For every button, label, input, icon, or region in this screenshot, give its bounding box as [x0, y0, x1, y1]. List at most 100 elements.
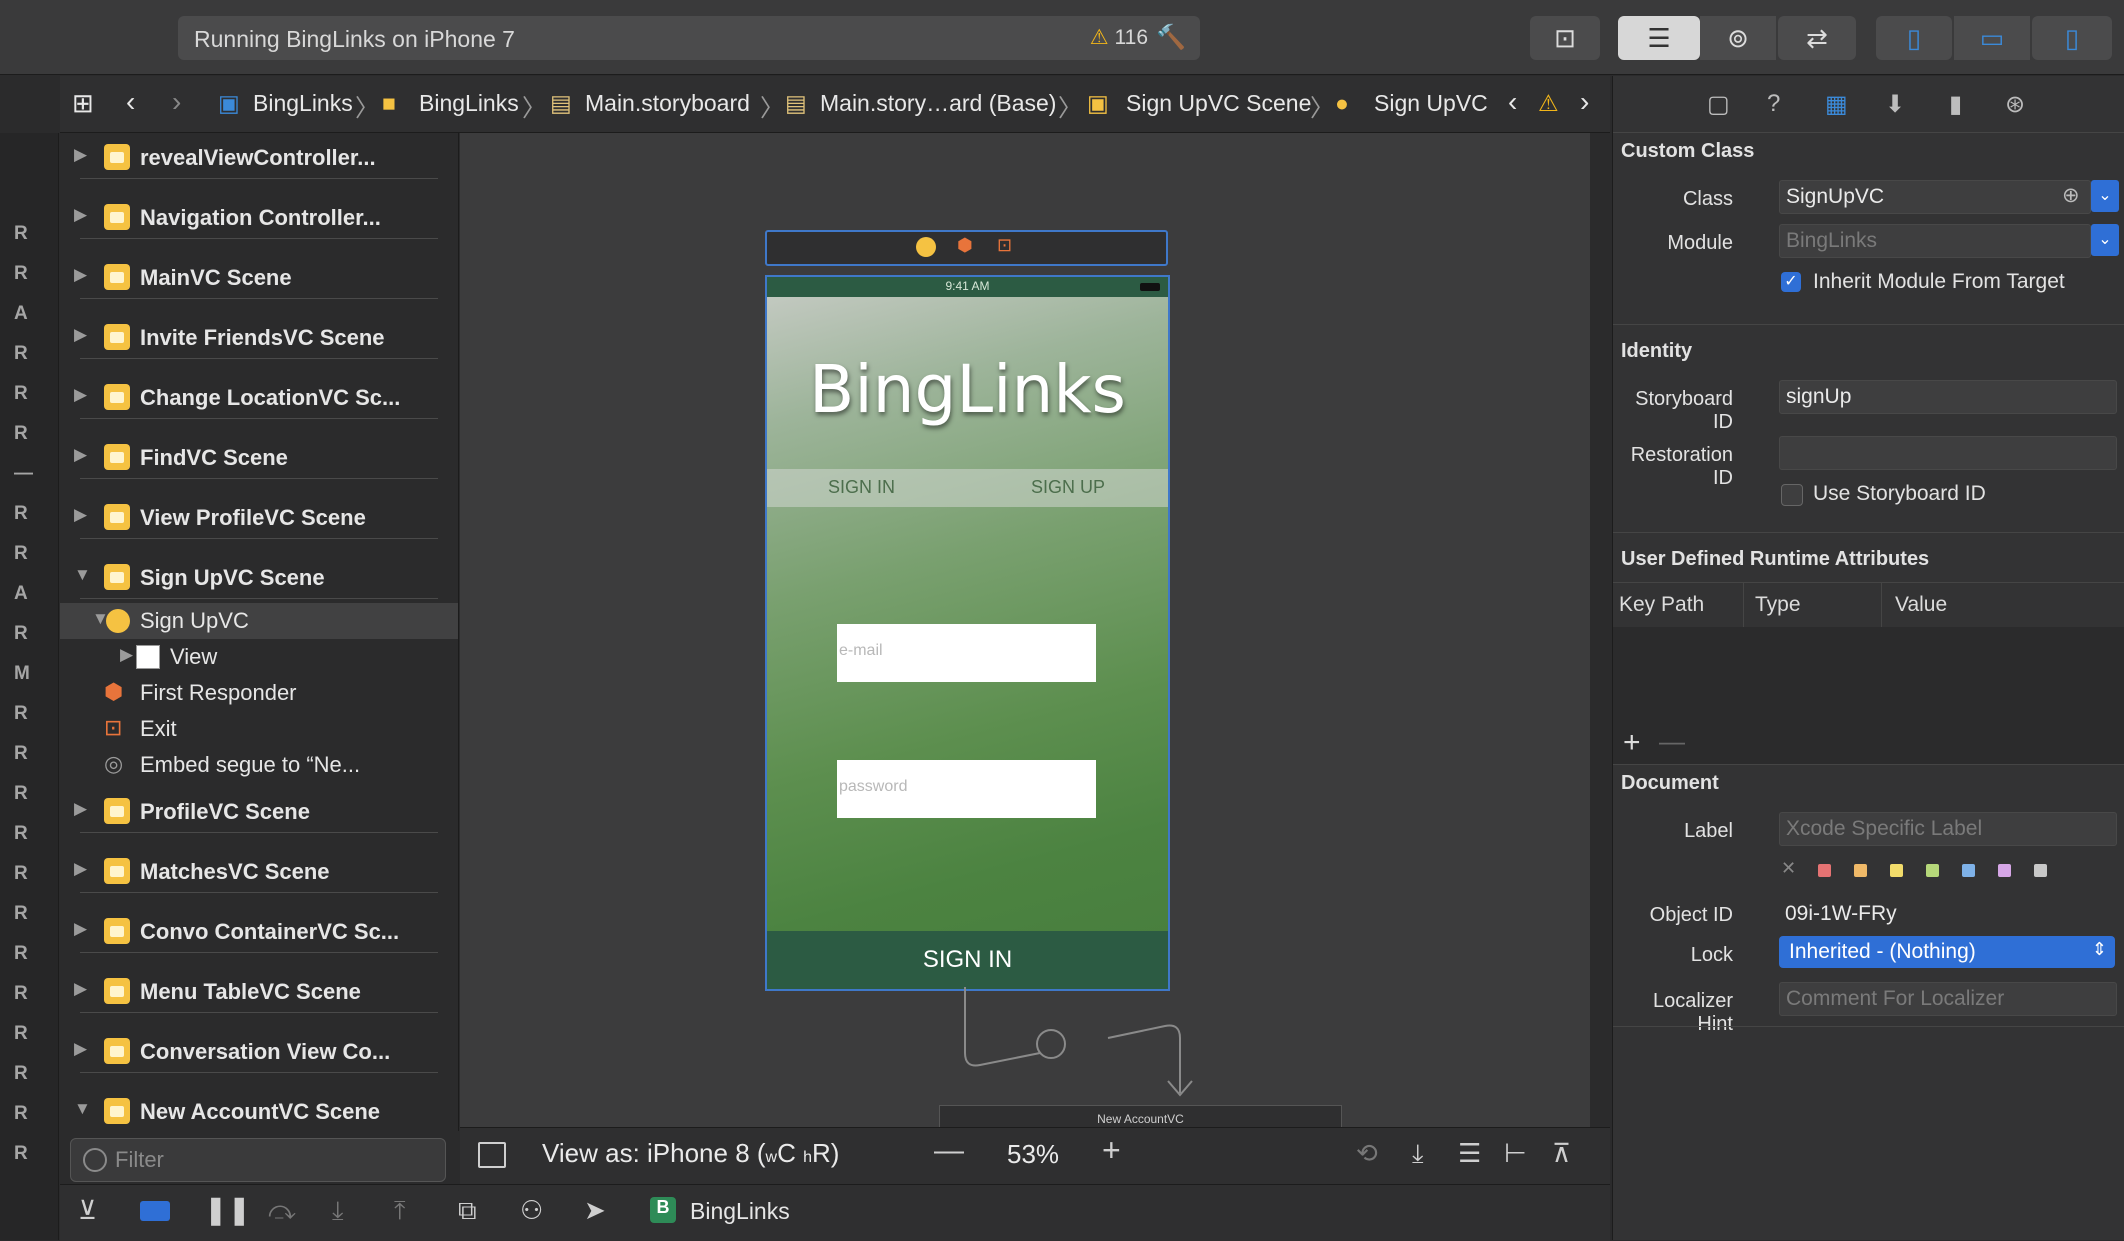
back-arrow-icon[interactable]: ‹ [126, 86, 135, 118]
crumb-scene[interactable]: Sign UpVC Scene [1126, 90, 1311, 117]
outline-filter-field[interactable]: Filter [70, 1138, 446, 1182]
lock-popup[interactable]: Inherited - (Nothing) ⇕ [1779, 936, 2115, 968]
crumb-storyboard-base[interactable]: Main.story…ard (Base) [820, 90, 1056, 117]
label-color-swatch[interactable] [1890, 864, 1903, 877]
outline-scene-row[interactable]: ▶ revealViewController... [60, 137, 458, 179]
previous-issue-icon[interactable]: ‹ [1508, 86, 1517, 118]
outline-scene-row[interactable]: ▶ Invite FriendsVC Scene [60, 317, 458, 359]
outline-scene-row[interactable]: ▶ MainVC Scene [60, 257, 458, 299]
attributes-inspector-icon[interactable]: ⬇ [1885, 90, 1905, 119]
outline-scene-row[interactable]: ▶ MatchesVC Scene [60, 851, 458, 893]
column-key-path[interactable]: Key Path [1619, 593, 1704, 617]
update-frames-icon[interactable]: ⟲ [1356, 1138, 1378, 1169]
storyboard-id-field[interactable]: signUp [1779, 380, 2117, 414]
crumb-project[interactable]: BingLinks [253, 90, 353, 117]
disclosure-icon[interactable]: ▶ [120, 645, 133, 665]
view-as-label[interactable]: View as: iPhone 8 (wC hR) [542, 1138, 839, 1169]
outline-scene-row[interactable]: ▶ Convo ContainerVC Sc... [60, 911, 458, 953]
outline-child-row[interactable]: ⬢ First Responder [60, 675, 458, 711]
crumb-folder[interactable]: BingLinks [419, 90, 519, 117]
standard-editor-button[interactable]: ☰ [1618, 16, 1700, 60]
disclosure-open-icon[interactable]: ▼ [74, 1099, 91, 1119]
outline-scene-row[interactable]: ▶ Navigation Controller... [60, 197, 458, 239]
disclosure-closed-icon[interactable]: ▶ [74, 979, 87, 999]
step-over-icon[interactable]: ⤼ [268, 1195, 296, 1227]
step-out-icon[interactable]: ⤒ [394, 1195, 406, 1227]
disclosure-closed-icon[interactable]: ▶ [74, 265, 87, 285]
scheme-name[interactable]: BingLinks [690, 1198, 790, 1225]
class-dropdown-button[interactable]: ⌄ [2091, 180, 2119, 212]
label-color-swatch[interactable] [1926, 864, 1939, 877]
outline-scene-row[interactable]: ▶ Change LocationVC Sc... [60, 377, 458, 419]
resolve-layout-icon[interactable]: ⊼ [1552, 1138, 1571, 1169]
outline-child-row[interactable]: ▼ Sign UpVC [60, 603, 458, 639]
toggle-navigator-button[interactable]: ▯ [1876, 16, 1952, 60]
outline-scene-row[interactable]: ▶ View ProfileVC Scene [60, 497, 458, 539]
outline-scene-row[interactable]: ▶ Menu TableVC Scene [60, 971, 458, 1013]
module-field[interactable]: BingLinks [1779, 224, 2091, 258]
memory-graph-icon[interactable]: ⚇ [520, 1195, 543, 1226]
zoom-out-icon[interactable]: — [934, 1134, 964, 1168]
embed-segue-icon[interactable] [1036, 1029, 1066, 1059]
breakpoints-icon[interactable] [140, 1201, 170, 1221]
outline-scene-row[interactable]: ▶ Conversation View Co... [60, 1031, 458, 1073]
identity-inspector-icon[interactable]: ▦ [1825, 90, 1848, 119]
disclosure-closed-icon[interactable]: ▶ [74, 799, 87, 819]
label-color-swatch[interactable] [1818, 864, 1831, 877]
disclosure-closed-icon[interactable]: ▶ [74, 205, 87, 225]
toggle-debug-area-button[interactable]: ▭ [1954, 16, 2030, 60]
disclosure-closed-icon[interactable]: ▶ [74, 145, 87, 165]
outline-scene-row[interactable]: ▼ New AccountVC Scene [60, 1091, 458, 1131]
file-inspector-icon[interactable]: ▢ [1707, 90, 1730, 119]
disclosure-open-icon[interactable]: ▼ [74, 565, 91, 585]
label-color-swatch[interactable] [1962, 864, 1975, 877]
help-inspector-icon[interactable]: ? [1767, 90, 1780, 118]
forward-arrow-icon[interactable]: › [172, 86, 181, 118]
class-field[interactable]: SignUpVC ⊕ [1779, 180, 2091, 214]
embed-in-icon[interactable]: ⤓ [1412, 1138, 1424, 1170]
version-editor-button[interactable]: ⇄ [1778, 16, 1856, 60]
warning-indicator[interactable]: ⚠ 116 [1090, 25, 1148, 50]
assistant-editor-button[interactable]: ⊚ [1700, 16, 1776, 60]
size-inspector-icon[interactable]: ▮ [1949, 90, 1962, 119]
disclosure-closed-icon[interactable]: ▶ [74, 919, 87, 939]
outline-scene-row[interactable]: ▼ Sign UpVC Scene [60, 557, 458, 599]
label-color-swatch[interactable] [2034, 864, 2047, 877]
view-hierarchy-icon[interactable]: ⧉ [458, 1195, 477, 1227]
class-navigate-icon[interactable]: ⊕ [2062, 183, 2080, 208]
label-color-swatch[interactable] [1998, 864, 2011, 877]
related-items-icon[interactable]: ⊞ [72, 88, 94, 119]
add-attribute-icon[interactable]: + [1623, 726, 1641, 760]
clear-color-icon[interactable]: ✕ [1781, 858, 1796, 879]
zoom-in-icon[interactable]: + [1102, 1132, 1121, 1169]
crumb-view-controller[interactable]: Sign UpVC [1374, 90, 1488, 117]
location-icon[interactable]: ➤ [584, 1195, 606, 1226]
align-icon[interactable]: ☰ [1458, 1138, 1481, 1169]
column-value[interactable]: Value [1895, 593, 1947, 617]
toggle-outline-icon[interactable] [478, 1142, 506, 1168]
disclosure-closed-icon[interactable]: ▶ [74, 1039, 87, 1059]
hide-debug-area-icon[interactable]: ⊻ [78, 1195, 97, 1226]
use-storyboard-id-checkbox[interactable] [1781, 484, 1803, 506]
inherit-module-checkbox[interactable]: ✓ [1781, 272, 1801, 292]
disclosure-closed-icon[interactable]: ▶ [74, 859, 87, 879]
connections-inspector-icon[interactable]: ⊛ [2005, 90, 2025, 119]
outline-child-row[interactable]: ◎ Embed segue to “Ne... [60, 747, 458, 783]
outline-scene-row[interactable]: ▶ FindVC Scene [60, 437, 458, 479]
module-dropdown-button[interactable]: ⌄ [2091, 224, 2119, 256]
restoration-id-field[interactable] [1779, 436, 2117, 470]
step-into-icon[interactable]: ⤓ [332, 1195, 344, 1227]
storyboard-canvas[interactable]: ⬢ ⊡ 9:41 AM BingLinks SIGN IN SIGN UP e-… [460, 133, 1590, 1127]
next-issue-icon[interactable]: › [1580, 86, 1589, 118]
outline-child-row[interactable]: ⊡ Exit [60, 711, 458, 747]
disclosure-closed-icon[interactable]: ▶ [74, 325, 87, 345]
document-label-field[interactable]: Xcode Specific Label [1779, 812, 2117, 846]
outline-scene-row[interactable]: ▶ ProfileVC Scene [60, 791, 458, 833]
pause-icon[interactable]: ❚❚ [204, 1193, 251, 1226]
disclosure-closed-icon[interactable]: ▶ [74, 445, 87, 465]
warning-icon[interactable]: ⚠ [1538, 90, 1559, 117]
new-account-scene-preview[interactable]: New AccountVC [939, 1105, 1342, 1127]
crumb-storyboard[interactable]: Main.storyboard [585, 90, 750, 117]
disclosure-closed-icon[interactable]: ▶ [74, 385, 87, 405]
remove-attribute-icon[interactable]: — [1659, 726, 1685, 757]
